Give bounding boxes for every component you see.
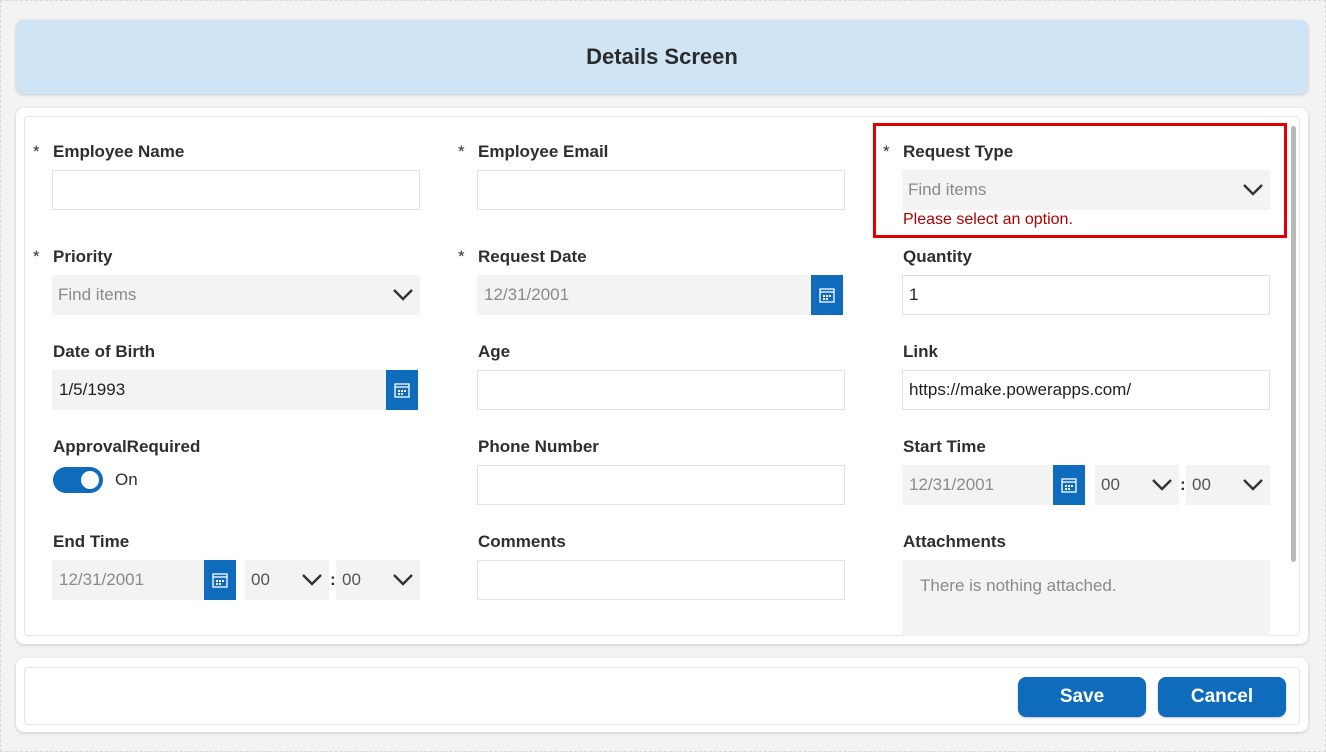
employee-email-input[interactable]: [477, 170, 845, 210]
attachments-label: Attachments: [903, 532, 1006, 551]
time-separator: :: [330, 570, 336, 589]
calendar-icon: [394, 383, 410, 398]
phone-number-input[interactable]: [477, 465, 845, 505]
end-time-minute-dropdown[interactable]: 00: [336, 560, 420, 600]
calendar-icon: [212, 573, 228, 588]
chevron-down-icon: [393, 289, 413, 301]
approval-required-toggle[interactable]: [53, 467, 103, 493]
request-date-value: 12/31/2001: [484, 285, 570, 304]
end-time-minute-value: 00: [342, 570, 361, 589]
save-button[interactable]: Save: [1018, 677, 1146, 717]
quantity-input[interactable]: 1: [902, 275, 1270, 315]
end-time-label: End Time: [53, 532, 130, 551]
employee-email-label: Employee Email: [478, 142, 609, 161]
start-time-date-value: 12/31/2001: [909, 475, 995, 494]
chevron-down-icon: [302, 574, 322, 586]
form-scrollbar[interactable]: [1291, 126, 1296, 562]
comments-label: Comments: [478, 532, 566, 551]
priority-placeholder: Find items: [58, 285, 137, 304]
start-time-label: Start Time: [903, 437, 986, 456]
start-time-hour-dropdown[interactable]: 00: [1095, 465, 1179, 505]
required-marker: *: [33, 247, 40, 266]
attachments-empty-text: There is nothing attached.: [920, 576, 1117, 595]
toggle-knob: [81, 471, 99, 489]
employee-name-input[interactable]: [52, 170, 420, 210]
attachments-control[interactable]: There is nothing attached.: [902, 560, 1270, 636]
end-time-hour-dropdown[interactable]: 00: [245, 560, 329, 600]
chevron-down-icon: [393, 574, 413, 586]
end-time-date-input[interactable]: 12/31/2001: [52, 560, 204, 600]
link-label: Link: [903, 342, 938, 361]
request-date-label: Request Date: [478, 247, 587, 266]
end-time-date-value: 12/31/2001: [59, 570, 145, 589]
chevron-down-icon: [1243, 479, 1263, 491]
employee-name-label: Employee Name: [53, 142, 185, 161]
date-of-birth-label: Date of Birth: [53, 342, 155, 361]
required-marker: *: [458, 142, 465, 161]
chevron-down-icon: [1152, 479, 1172, 491]
calendar-icon: [1061, 478, 1077, 493]
request-date-calendar-button[interactable]: [811, 275, 843, 315]
calendar-icon: [819, 288, 835, 303]
priority-dropdown[interactable]: Find items: [52, 275, 420, 315]
date-of-birth-calendar-button[interactable]: [386, 370, 418, 410]
time-separator: :: [1180, 475, 1186, 494]
approval-required-state: On: [115, 470, 138, 489]
quantity-label: Quantity: [903, 247, 972, 266]
end-time-calendar-button[interactable]: [204, 560, 236, 600]
date-of-birth-input[interactable]: 1/5/1993: [52, 370, 386, 410]
header-bar: Details Screen: [16, 20, 1308, 94]
approval-required-label: ApprovalRequired: [53, 437, 201, 456]
page-title: Details Screen: [586, 44, 738, 69]
comments-input[interactable]: [477, 560, 845, 600]
age-input[interactable]: [477, 370, 845, 410]
start-time-calendar-button[interactable]: [1053, 465, 1085, 505]
start-time-hour-value: 00: [1101, 475, 1120, 494]
start-time-date-input[interactable]: 12/31/2001: [902, 465, 1053, 505]
phone-number-label: Phone Number: [478, 437, 599, 456]
start-time-minute-value: 00: [1192, 475, 1211, 494]
request-date-input[interactable]: 12/31/2001: [477, 275, 811, 315]
required-marker: *: [33, 142, 40, 161]
link-input[interactable]: https://make.powerapps.com/: [902, 370, 1270, 410]
end-time-hour-value: 00: [251, 570, 270, 589]
required-marker: *: [458, 247, 465, 266]
priority-label: Priority: [53, 247, 113, 266]
start-time-minute-dropdown[interactable]: 00: [1186, 465, 1270, 505]
cancel-button[interactable]: Cancel: [1158, 677, 1286, 717]
age-label: Age: [478, 342, 511, 361]
error-highlight-box: [873, 123, 1287, 238]
